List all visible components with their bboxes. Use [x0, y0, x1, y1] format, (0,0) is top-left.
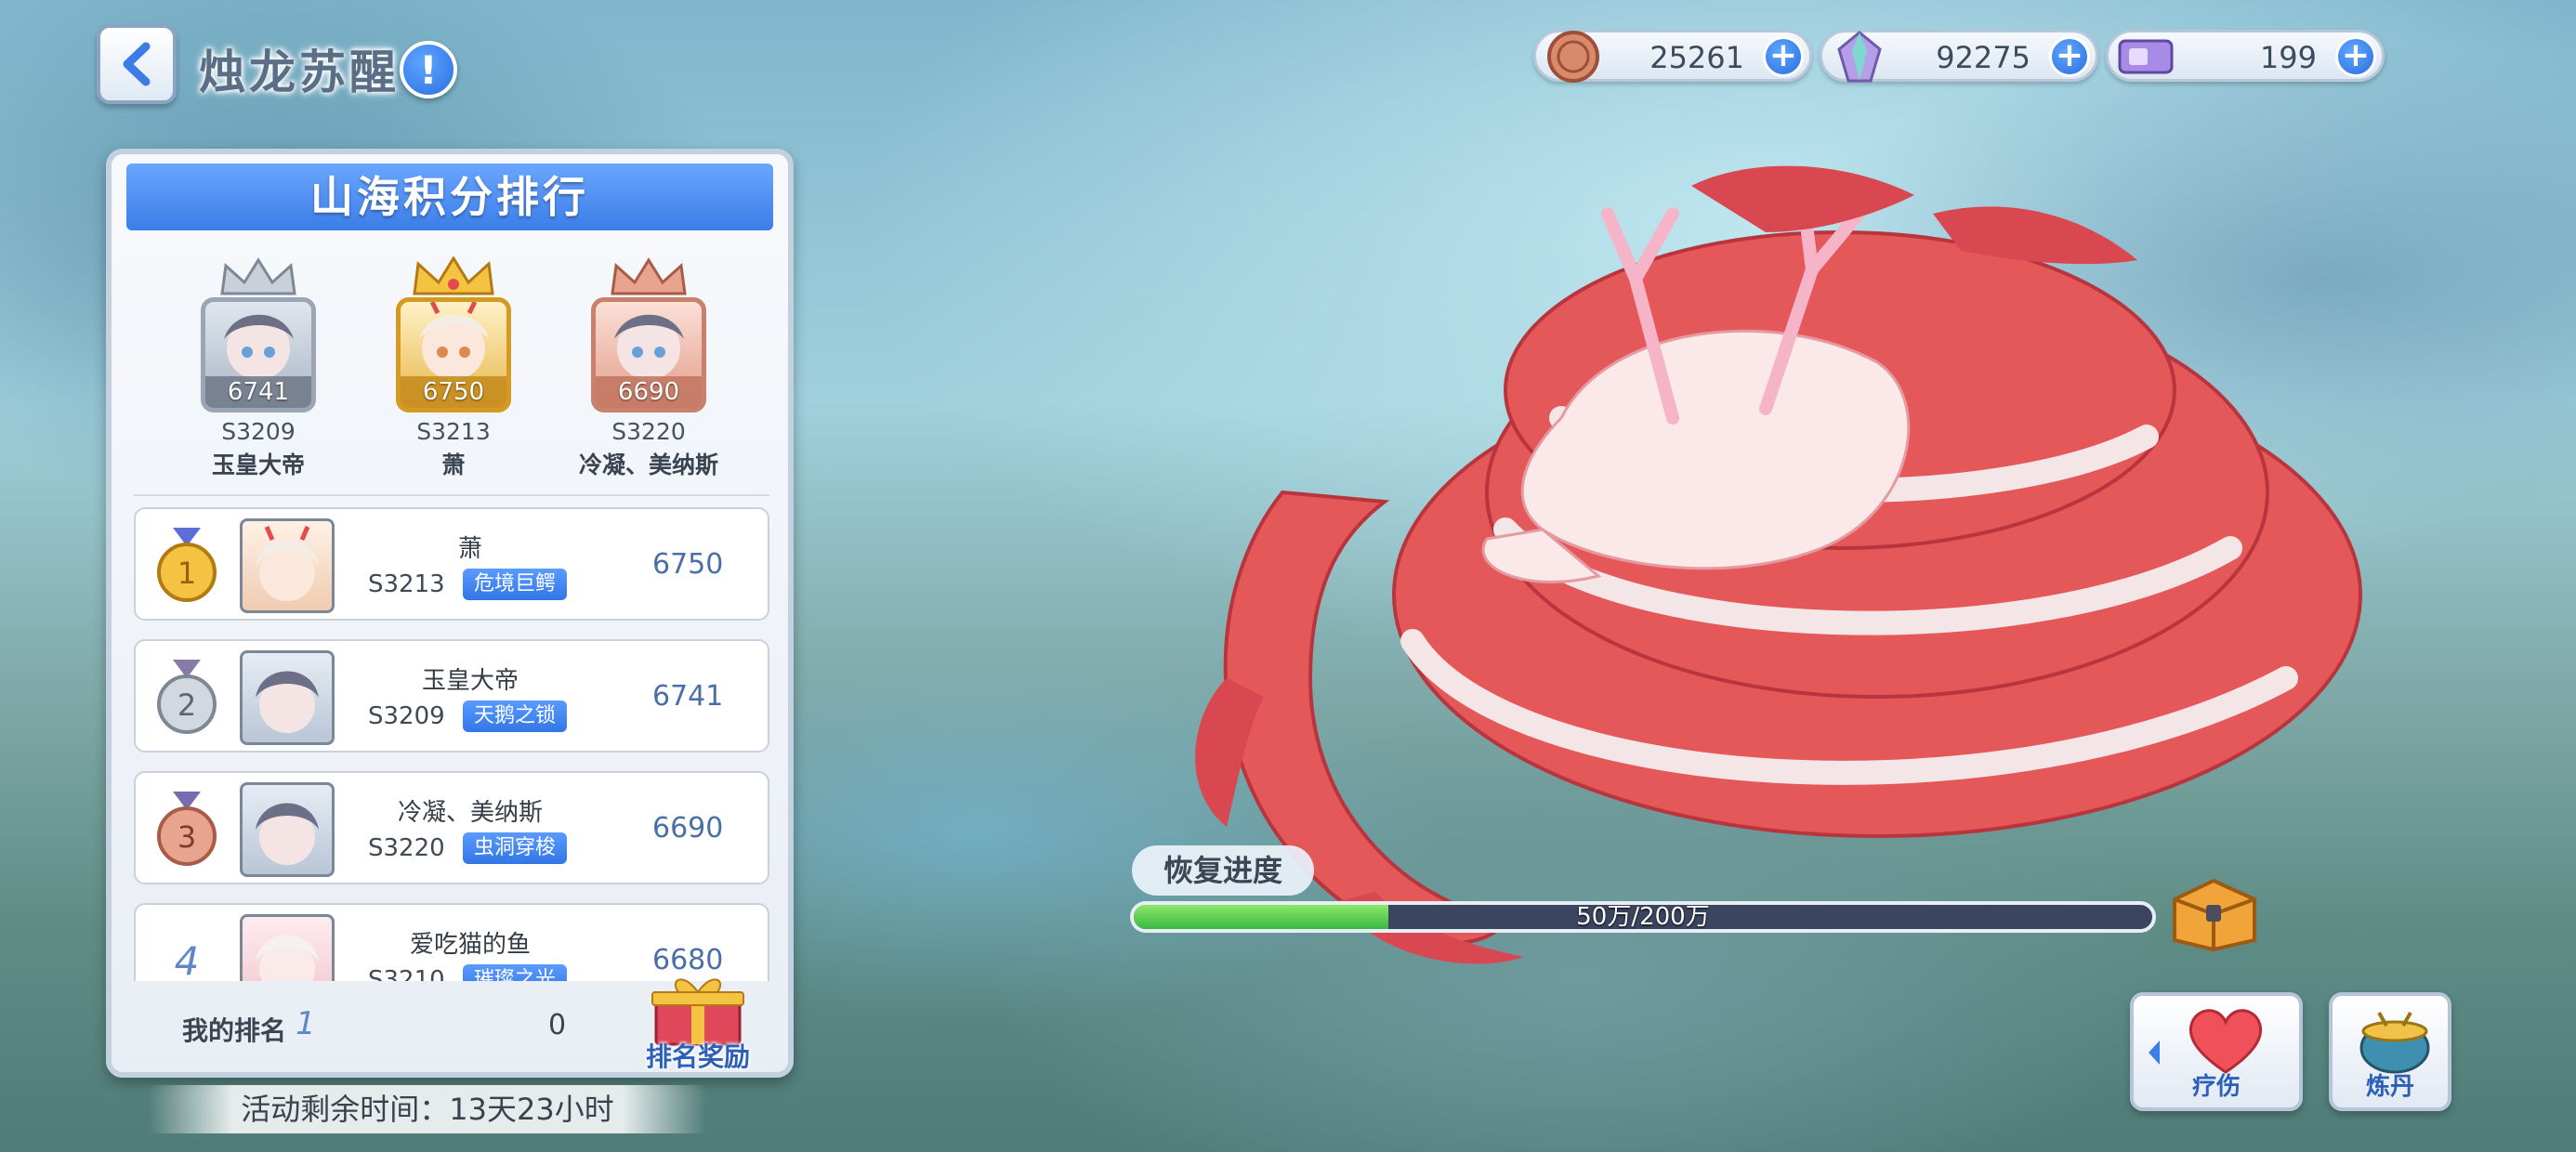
podium-first[interactable]: 6750 S3213 萧 — [361, 256, 546, 480]
player-name: 爱吃猫的鱼 — [409, 931, 531, 959]
ranking-row[interactable]: 1 萧 S3213 危境巨鳄 6750 — [134, 507, 769, 621]
podium-avatar: 6750 — [396, 297, 511, 412]
add-coin-button[interactable]: + — [1763, 36, 1804, 77]
player-server: S3213 — [368, 570, 445, 598]
player-score: 6741 — [652, 680, 724, 713]
crystal-value: 92275 — [1936, 40, 2031, 75]
bronze-crown-icon — [556, 256, 742, 297]
svg-text:2: 2 — [177, 687, 196, 723]
ranking-list[interactable]: 1 萧 S3213 危境巨鳄 6750 2 玉皇大帝 S3209 天鹅之锁 67… — [134, 494, 769, 981]
podium-name: 冷凝、美纳斯 — [578, 452, 718, 478]
event-time-remaining: 活动剩余时间：13天23小时 — [149, 1085, 706, 1133]
ranking-row[interactable]: 3 冷凝、美纳斯 S3220 虫洞穿梭 6690 — [134, 771, 769, 884]
rank-reward-button[interactable]: 排名奖励 — [628, 972, 768, 1074]
podium-server: S3213 — [416, 418, 491, 445]
alchemy-label: 炼丹 — [2365, 1073, 2414, 1101]
player-avatar — [240, 518, 335, 613]
treasure-chest-icon[interactable] — [2167, 868, 2262, 951]
back-button[interactable] — [97, 24, 177, 104]
gold-crown-icon — [361, 256, 546, 297]
ranking-panel: 山海积分排行 6741 S3209 玉皇大帝 6750 S3213 萧 6690 — [106, 149, 794, 1078]
player-name: 玉皇大帝 — [421, 667, 519, 695]
bronze-medal-icon: 3 — [157, 792, 217, 866]
my-rank-value: 1 — [296, 1005, 316, 1042]
character-portrait — [256, 526, 319, 601]
podium-score: 6690 — [596, 376, 702, 408]
player-score: 6690 — [652, 812, 724, 844]
currency-coin: 25261 + — [1533, 30, 1812, 83]
character-portrait — [256, 935, 319, 981]
podium-avatar: 6690 — [591, 297, 706, 412]
ranking-row[interactable]: 4 爱吃猫的鱼 S3210 璀璨之光 6680 — [134, 903, 769, 981]
progress-bar: 50万/200万 — [1130, 901, 2156, 933]
add-crystal-button[interactable]: + — [2049, 36, 2090, 77]
svg-text:3: 3 — [177, 819, 196, 855]
gift-box-icon — [651, 978, 744, 1046]
podium-server: S3220 — [611, 418, 686, 445]
character-portrait — [224, 314, 294, 380]
character-portrait — [419, 302, 489, 380]
ticket-icon — [2116, 27, 2175, 86]
heart-icon — [2188, 1009, 2263, 1074]
player-server: S3209 — [368, 702, 445, 730]
player-name: 冷凝、美纳斯 — [397, 799, 543, 827]
ranking-title: 山海积分排行 — [126, 164, 773, 230]
crystal-icon — [1830, 27, 1889, 86]
add-ticket-button[interactable]: + — [2335, 36, 2376, 77]
ticket-value: 199 — [2259, 40, 2317, 75]
podium-name: 萧 — [441, 452, 466, 478]
page-title: 烛龙苏醒 — [199, 46, 400, 99]
cauldron-icon — [2359, 1012, 2430, 1074]
player-title-tag: 危境巨鳄 — [463, 569, 568, 600]
info-button[interactable]: ! — [400, 41, 457, 98]
player-avatar — [240, 650, 335, 745]
player-score: 6750 — [652, 548, 724, 581]
podium-third[interactable]: 6690 S3220 冷凝、美纳斯 — [556, 256, 742, 480]
podium-score: 6750 — [401, 376, 506, 408]
silver-medal-icon: 2 — [157, 660, 217, 734]
svg-text:1: 1 — [177, 556, 196, 591]
rank-reward-label: 排名奖励 — [645, 1041, 750, 1072]
coin-icon — [1544, 27, 1603, 86]
currency-crystal: 92275 + — [1820, 30, 2098, 83]
podium-name: 玉皇大帝 — [211, 452, 305, 478]
chevron-left-icon — [123, 42, 151, 86]
character-portrait — [256, 671, 319, 733]
player-title-tag: 天鹅之锁 — [463, 700, 568, 732]
player-avatar — [240, 914, 335, 981]
player-server: S3220 — [368, 834, 445, 862]
character-portrait — [614, 314, 684, 380]
player-avatar — [240, 782, 335, 877]
progress-text: 50万/200万 — [1576, 903, 1710, 931]
alchemy-button[interactable]: 炼丹 — [2329, 992, 2451, 1111]
my-rank-label: 我的排名 — [182, 1015, 287, 1046]
progress-label: 恢复进度 — [1132, 845, 1314, 896]
silver-crown-icon — [165, 256, 351, 297]
podium-avatar: 6741 — [201, 297, 316, 412]
player-title-tag: 虫洞穿梭 — [463, 832, 568, 864]
podium-score: 6741 — [205, 376, 311, 408]
my-score: 0 — [548, 1009, 567, 1041]
ranking-row[interactable]: 2 玉皇大帝 S3209 天鹅之锁 6741 — [134, 639, 769, 753]
heal-label: 疗伤 — [2191, 1073, 2241, 1101]
player-name: 萧 — [457, 535, 482, 563]
coin-value: 25261 — [1649, 40, 1744, 75]
player-server: S3210 — [368, 966, 445, 981]
triangle-left-icon — [2149, 1041, 2160, 1065]
heal-button[interactable]: 疗伤 — [2130, 992, 2303, 1111]
player-title-tag: 璀璨之光 — [463, 964, 568, 981]
podium-second[interactable]: 6741 S3209 玉皇大帝 — [165, 256, 351, 480]
rank-number: 4 — [174, 938, 200, 981]
podium-server: S3209 — [221, 418, 296, 445]
character-portrait — [256, 803, 319, 865]
currency-ticket: 199 + — [2106, 30, 2385, 82]
gold-medal-icon: 1 — [157, 528, 217, 602]
